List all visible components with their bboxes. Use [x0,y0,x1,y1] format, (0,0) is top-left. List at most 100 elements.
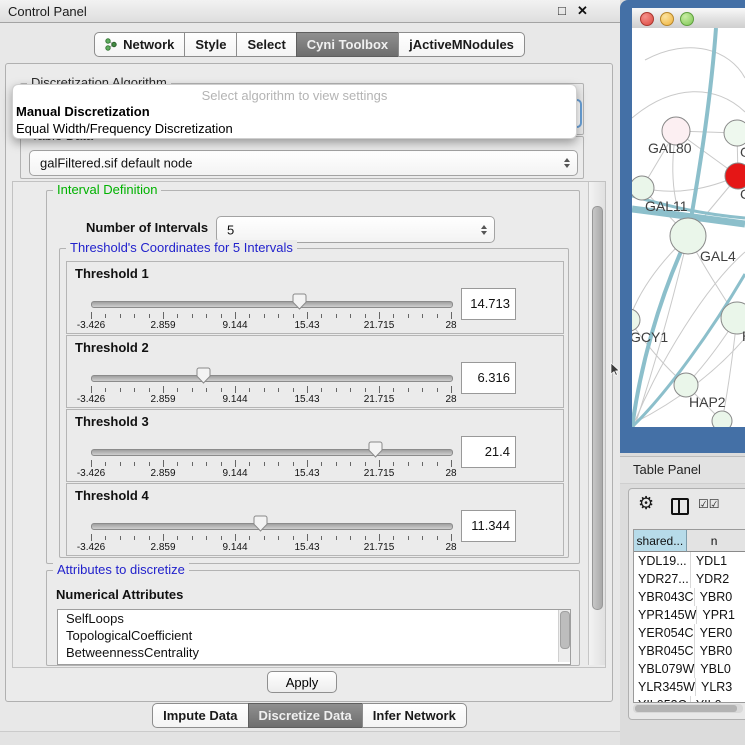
close-icon[interactable]: ✕ [577,3,588,19]
table-row[interactable]: YBR043CYBR0 [634,588,745,606]
table-row[interactable]: YBR045CYBR0 [634,642,745,660]
tick [221,462,222,466]
cell-name[interactable]: YBL0 [695,660,745,678]
gear-icon[interactable]: ⚙ [638,493,654,514]
apply-button[interactable]: Apply [267,671,337,693]
tick [163,386,164,393]
tick [307,534,308,541]
vertical-scrollbar-thumb[interactable] [592,206,603,610]
tick [177,536,178,540]
tick [264,388,265,392]
network-canvas[interactable]: GAL80GCGAL11GAL4GCY1HHAP2 [632,28,745,427]
cell-name[interactable]: YLR3 [696,678,745,696]
cell-name[interactable]: YDR2 [691,570,745,588]
threshold-3-value-field[interactable]: 21.4 [461,436,516,468]
table-row[interactable]: YBL079WYBL0 [634,660,745,678]
threshold-4-slider-thumb[interactable] [253,515,268,535]
cell-shared-name[interactable]: YBL079W [634,660,695,678]
list-scrollbar[interactable] [558,610,570,662]
threshold-1-slider-thumb[interactable] [292,293,307,313]
cell-name[interactable]: YPR1 [697,606,745,624]
cell-name[interactable]: YBR0 [695,642,745,660]
tick [379,534,380,541]
panel-title: Control Panel [8,4,87,19]
tab-cyni-toolbox[interactable]: Cyni Toolbox [296,32,399,57]
attribute-item-selfloops[interactable]: SelfLoops [58,610,570,627]
tick-label: -3.426 [77,320,105,331]
list-scrollbar-thumb[interactable] [560,611,570,649]
threshold-4-value-field[interactable]: 11.344 [461,510,516,542]
node-bottom[interactable] [712,411,732,427]
attribute-item-topologicalcoefficient[interactable]: TopologicalCoefficient [58,627,570,644]
column-header-name[interactable]: n [687,530,745,552]
node-attribute-table: shared...nYDL19...YDL1YDR27...YDR2YBR043… [633,529,745,703]
network-window-titlebar[interactable] [632,8,745,29]
settings-scrollpane: Interval Definition Number of Intervals … [12,181,606,668]
cell-shared-name[interactable]: YDR27... [634,570,691,588]
tick [321,462,322,466]
zoom-traffic-light-icon[interactable] [680,12,694,26]
threshold-2-value-field[interactable]: 6.316 [461,362,516,394]
tab-impute-data[interactable]: Impute Data [152,703,248,728]
column-header-shared-name[interactable]: shared... [634,530,687,552]
cell-name[interactable]: YDL1 [691,552,745,570]
cell-shared-name[interactable]: YPR145W [634,606,697,624]
cell-shared-name[interactable]: YBR043C [634,588,695,606]
tick [379,460,380,467]
cell-shared-name[interactable]: YDL19... [634,552,691,570]
cell-name[interactable]: YER0 [695,624,745,642]
table-panel-header: Table Panel [620,456,745,484]
attribute-item-betweennesscentrality[interactable]: BetweennessCentrality [58,644,570,661]
threshold-1-value-field[interactable]: 14.713 [461,288,516,320]
threshold-4-slider[interactable] [91,523,453,530]
threshold-3-slider[interactable] [91,449,453,456]
cell-shared-name[interactable]: YLR345W [634,678,696,696]
tick [235,312,236,319]
vertical-scrollbar[interactable] [588,182,605,665]
threshold-2-slider[interactable] [91,375,453,382]
cell-name[interactable]: YBR0 [695,588,745,606]
node-top-right[interactable] [724,120,745,146]
tick-label: 15.43 [294,468,319,479]
cell-name[interactable]: YIL0 [691,696,745,703]
horizontal-scrollbar-thumb[interactable] [635,705,737,712]
tab-style[interactable]: Style [184,32,237,57]
cell-shared-name[interactable]: YER054C [634,624,695,642]
tick [163,534,164,541]
algorithm-option-equal-width-frequency-discretization[interactable]: Equal Width/Frequency Discretization [13,120,576,137]
num-intervals-combobox[interactable]: 5 [216,216,495,243]
algorithm-option-manual-discretization[interactable]: Manual Discretization [13,103,576,120]
table-row[interactable]: YPR145WYPR1 [634,606,745,624]
table-row[interactable]: YDL19...YDL1 [634,552,745,570]
table-row[interactable]: YLR345WYLR3 [634,678,745,696]
table-row[interactable]: YIL053CYIL0 [634,696,745,703]
float-window-icon[interactable]: □ [558,3,566,18]
table-row[interactable]: YER054CYER0 [634,624,745,642]
split-columns-icon[interactable] [671,498,689,515]
close-traffic-light-icon[interactable] [640,12,654,26]
minimize-traffic-light-icon[interactable] [660,12,674,26]
table-data-combobox[interactable]: galFiltered.sif default node [29,150,578,176]
tab-jactivemnodules[interactable]: jActiveMNodules [398,32,525,57]
attributes-list[interactable]: SelfLoopsTopologicalCoefficientBetweenne… [57,609,571,665]
table-row[interactable]: YDR27...YDR2 [634,570,745,588]
tab-infer-network[interactable]: Infer Network [362,703,467,728]
select-columns-icon[interactable]: ☑☑ [698,497,720,511]
tick-label: 28 [445,468,456,479]
cell-shared-name[interactable]: YBR045C [634,642,695,660]
tab-network[interactable]: Network [94,32,185,57]
tab-select[interactable]: Select [236,32,296,57]
dropdown-options: Manual DiscretizationEqual Width/Frequen… [13,103,576,137]
tab-discretize-data[interactable]: Discretize Data [248,703,363,728]
node-gal11[interactable] [632,176,654,200]
threshold-label: Threshold 3 [75,414,149,429]
node-gcy1[interactable] [632,309,640,331]
threshold-3-slider-thumb[interactable] [368,441,383,461]
horizontal-scrollbar[interactable] [633,704,743,713]
threshold-1-slider[interactable] [91,301,453,308]
tick [422,536,423,540]
tick [177,388,178,392]
tick [278,462,279,466]
cell-shared-name[interactable]: YIL053C [634,696,691,703]
threshold-2-slider-thumb[interactable] [196,367,211,387]
